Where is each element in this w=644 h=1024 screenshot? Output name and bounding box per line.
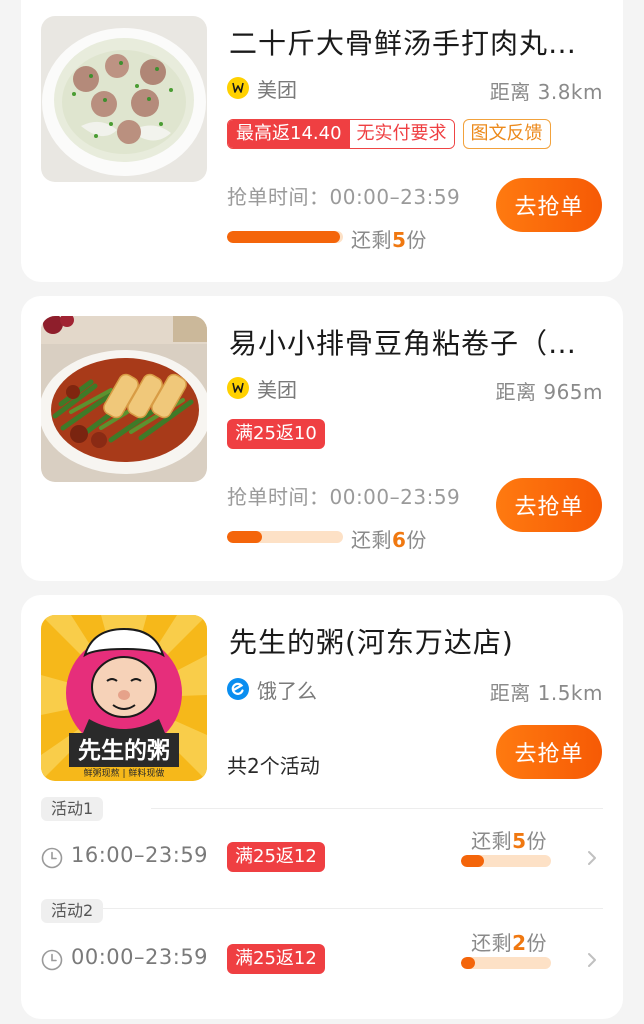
platform-name: 美团 xyxy=(257,377,297,402)
distance-text: 距离 965m xyxy=(495,380,603,404)
distance-text: 距离 3.8km xyxy=(489,80,603,104)
shop-logo-subtext: 鲜粥现熬 | 鲜料现做 xyxy=(84,767,165,779)
stock-progress-bar xyxy=(227,231,343,243)
platform-tag: 饿了么 xyxy=(227,675,317,703)
remaining-count: 还剩2份 xyxy=(471,931,547,955)
stock-progress-fill xyxy=(461,855,484,867)
meituan-icon xyxy=(227,377,249,399)
stock-progress-bar xyxy=(227,531,343,543)
activity-label: 活动1 xyxy=(41,797,104,821)
pork-ribs-beans-image xyxy=(41,316,207,482)
tag-row: 满25返10 xyxy=(227,419,325,449)
remaining-count: 还剩5份 xyxy=(351,228,427,252)
clock-icon xyxy=(41,949,63,971)
chevron-right-icon xyxy=(588,851,596,865)
shop-title[interactable]: 易小小排骨豆角粘卷子（… xyxy=(229,322,609,362)
tag-row: 最高返14.40 无实付要求 图文反馈 xyxy=(227,119,551,149)
platform-tag: 美团 xyxy=(227,374,297,402)
shop-card[interactable]: 易小小排骨豆角粘卷子（… 美团 距离 965m 满25返10 抢单时间：00:0… xyxy=(21,296,623,581)
platform-name: 饿了么 xyxy=(257,678,317,703)
clock-icon xyxy=(41,847,63,869)
grab-time: 抢单时间：00:00–23:59 xyxy=(227,185,461,209)
divider xyxy=(151,808,603,809)
rebate-tag: 最高返14.40 无实付要求 xyxy=(227,119,455,149)
rebate-tag: 满25返12 xyxy=(227,842,325,872)
shop-logo: 先生的粥 鲜粥现熬 | 鲜料现做 xyxy=(41,615,207,781)
feedback-tag: 图文反馈 xyxy=(462,119,551,149)
no-payment-requirement: 无实付要求 xyxy=(349,120,454,148)
chevron-right-icon xyxy=(588,953,596,967)
grab-order-button[interactable]: 去抢单 xyxy=(496,478,602,532)
activity-label: 活动2 xyxy=(41,899,104,923)
platform-tag: 美团 xyxy=(227,74,297,102)
grab-order-button[interactable]: 去抢单 xyxy=(496,178,602,232)
rebate-tag: 满25返12 xyxy=(227,944,325,974)
activity-time: 00:00–23:59 xyxy=(71,945,209,969)
activity-time: 16:00–23:59 xyxy=(71,843,209,867)
meatball-soup-image xyxy=(41,16,207,182)
platform-name: 美团 xyxy=(257,77,297,102)
grab-order-button[interactable]: 去抢单 xyxy=(496,725,602,779)
shop-card[interactable]: 先生的粥 鲜粥现熬 | 鲜料现做 先生的粥(河东万达店) 饿了么 距离 1.5k… xyxy=(21,595,623,1019)
stock-progress-fill xyxy=(461,957,475,969)
activity-count: 共2个活动 xyxy=(227,754,320,778)
shop-card[interactable]: 二十斤大骨鲜汤手打肉丸… 美团 距离 3.8km 最高返14.40 无实付要求 … xyxy=(21,0,623,282)
stock-progress-bar xyxy=(461,957,551,969)
remaining-count: 还剩6份 xyxy=(351,528,427,552)
shop-title[interactable]: 先生的粥(河东万达店) xyxy=(229,621,609,661)
stock-progress-bar xyxy=(461,855,551,867)
shop-title[interactable]: 二十斤大骨鲜汤手打肉丸… xyxy=(229,22,609,62)
activity-row[interactable]: 00:00–23:59 满25返12 还剩2份 xyxy=(41,931,603,989)
eleme-icon xyxy=(227,678,249,700)
stock-progress-fill xyxy=(227,231,340,243)
meituan-icon xyxy=(227,77,249,99)
divider xyxy=(41,908,603,909)
shop-logo-text: 先生的粥 xyxy=(78,737,170,764)
rebate-max: 最高返14.40 xyxy=(228,120,350,148)
remaining-count: 还剩5份 xyxy=(471,829,547,853)
grab-time: 抢单时间：00:00–23:59 xyxy=(227,485,461,509)
distance-text: 距离 1.5km xyxy=(489,681,603,705)
rebate-tag: 满25返10 xyxy=(227,419,325,449)
stock-progress-fill xyxy=(227,531,262,543)
activity-row[interactable]: 16:00–23:59 满25返12 还剩5份 xyxy=(41,829,603,887)
